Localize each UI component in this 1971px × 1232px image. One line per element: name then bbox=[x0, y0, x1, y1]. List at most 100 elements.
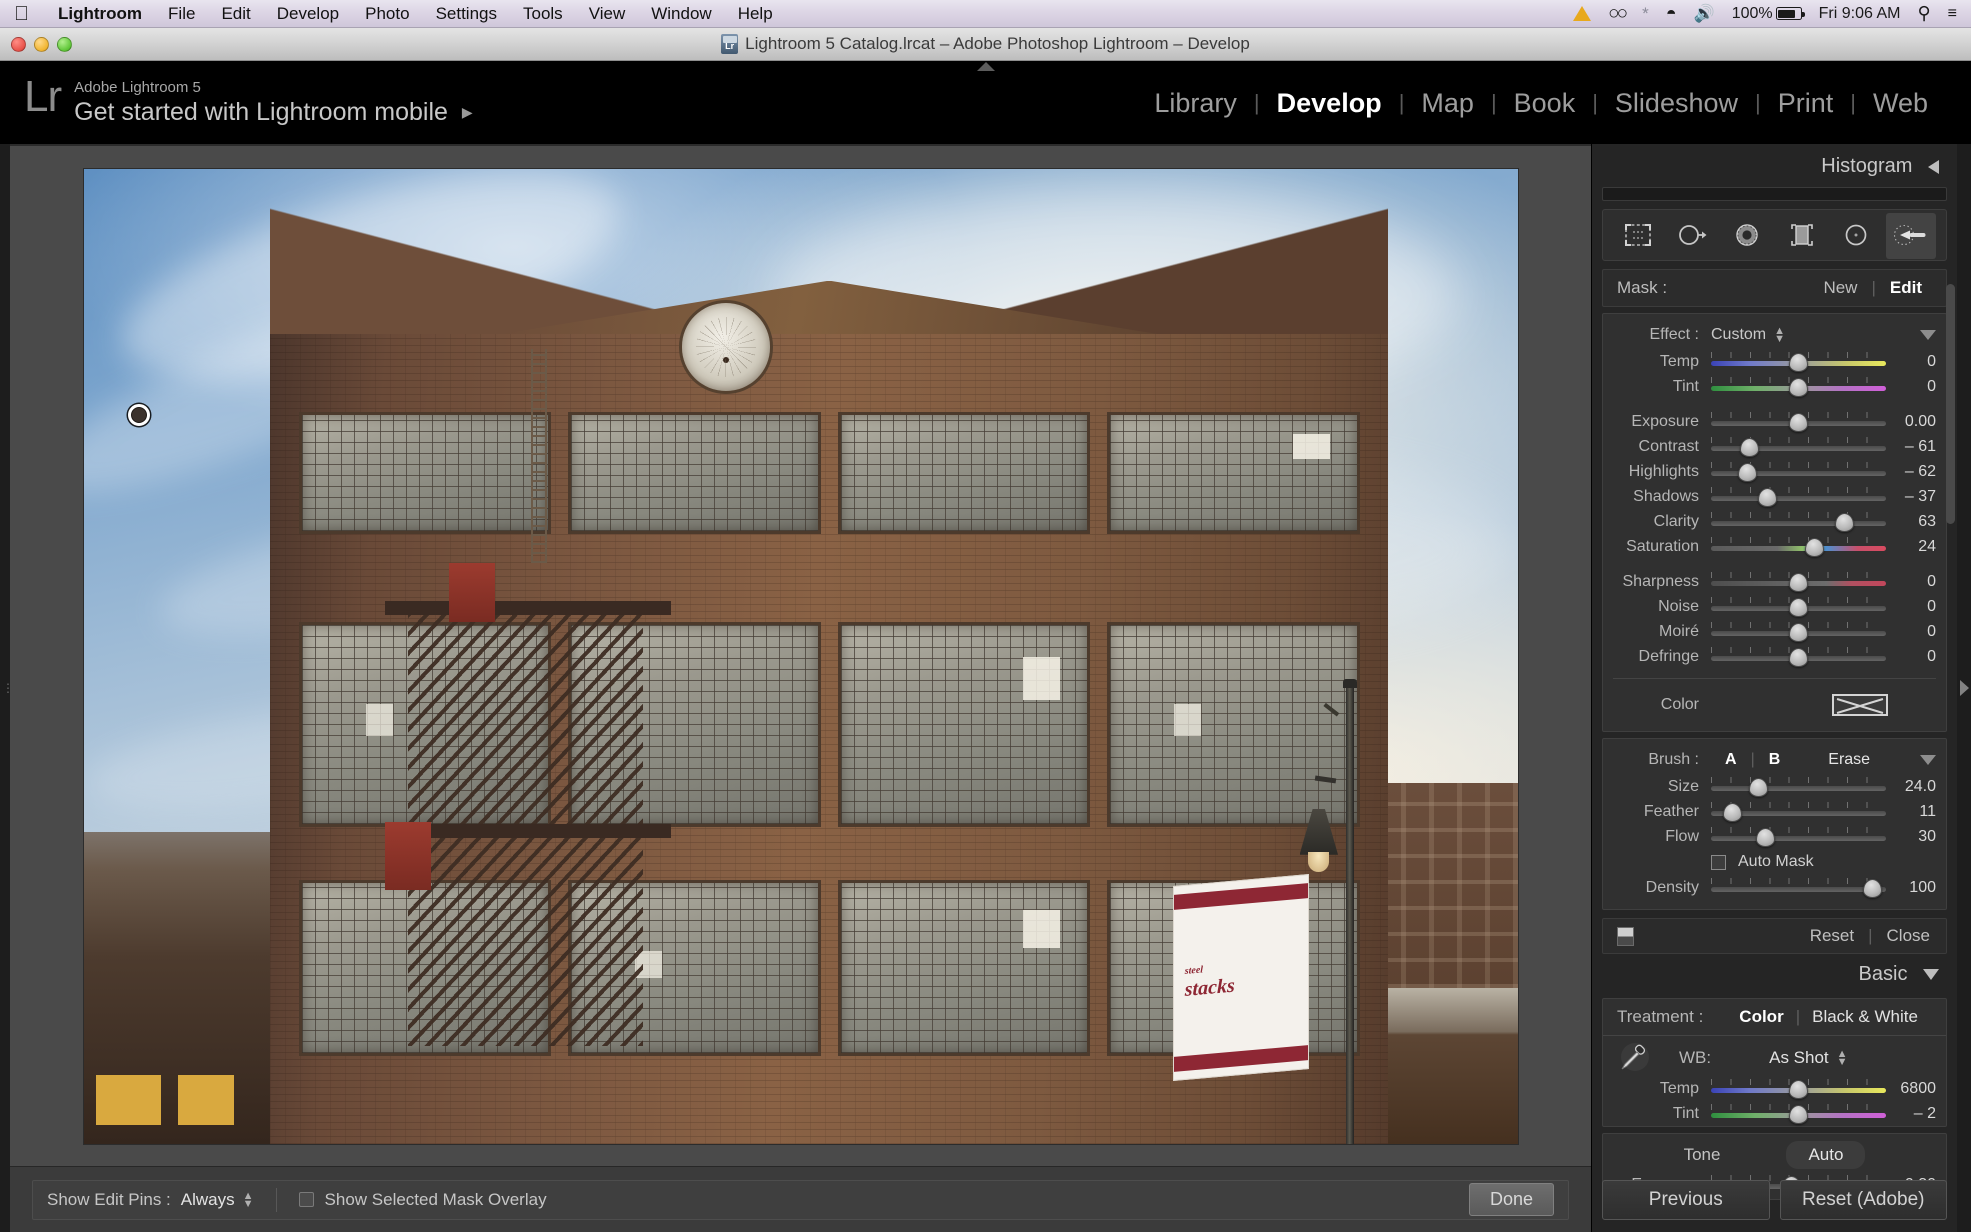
auto-mask-row[interactable]: Auto Mask bbox=[1603, 849, 1946, 875]
crop-overlay-tool-icon[interactable] bbox=[1618, 218, 1658, 252]
slider-control[interactable] bbox=[1711, 827, 1886, 847]
basic-collapse-triangle-icon[interactable] bbox=[1923, 969, 1939, 981]
mask-new-button[interactable]: New bbox=[1809, 278, 1871, 298]
right-panel-scrollbar[interactable] bbox=[1946, 284, 1955, 524]
red-eye-correction-tool-icon[interactable] bbox=[1727, 218, 1767, 252]
show-edit-pins-stepper-icon[interactable]: ▲ ▼ bbox=[243, 1190, 254, 1209]
slider-thumb[interactable] bbox=[1789, 648, 1808, 667]
menu-item-file[interactable]: File bbox=[155, 0, 208, 28]
slider-value[interactable]: – 37 bbox=[1886, 488, 1936, 506]
slider-thumb[interactable] bbox=[1738, 463, 1758, 482]
brush-reset-button[interactable]: Reset bbox=[1796, 926, 1868, 946]
slider-value[interactable]: 6800 bbox=[1886, 1080, 1936, 1098]
brush-color-swatch[interactable] bbox=[1832, 694, 1888, 716]
slider-value[interactable]: 0 bbox=[1886, 623, 1936, 641]
histogram-graph[interactable] bbox=[1602, 187, 1947, 201]
slider-control[interactable] bbox=[1711, 597, 1886, 617]
menu-item-view[interactable]: View bbox=[576, 0, 639, 28]
play-arrow-icon[interactable]: ▶ bbox=[462, 97, 473, 128]
module-print[interactable]: Print bbox=[1761, 83, 1851, 123]
slider-control[interactable] bbox=[1711, 537, 1886, 557]
module-slideshow[interactable]: Slideshow bbox=[1598, 83, 1755, 123]
slider-control[interactable] bbox=[1711, 377, 1886, 397]
slider-thumb[interactable] bbox=[1740, 438, 1759, 457]
slider-thumb[interactable] bbox=[1789, 413, 1808, 432]
brush-close-button[interactable]: Close bbox=[1873, 926, 1932, 946]
slider-thumb[interactable] bbox=[1789, 1080, 1808, 1099]
slider-value[interactable]: 0 bbox=[1886, 648, 1936, 666]
effect-collapse-triangle-icon[interactable] bbox=[1920, 330, 1936, 340]
slider-track[interactable] bbox=[1711, 521, 1886, 526]
slider-value[interactable]: – 61 bbox=[1886, 438, 1936, 456]
spot-removal-tool-icon[interactable] bbox=[1673, 218, 1713, 252]
wb-value[interactable]: As Shot bbox=[1769, 1048, 1829, 1068]
menu-item-window[interactable]: Window bbox=[638, 0, 724, 28]
module-book[interactable]: Book bbox=[1497, 83, 1593, 123]
module-library[interactable]: Library bbox=[1137, 83, 1254, 123]
reset-adobe-button[interactable]: Reset (Adobe) bbox=[1779, 1180, 1947, 1220]
menu-item-lightroom[interactable]: Lightroom bbox=[45, 0, 155, 28]
apple-menu-icon[interactable]:  bbox=[0, 1, 45, 27]
histogram-panel-header[interactable]: Histogram bbox=[1592, 144, 1957, 187]
slider-thumb[interactable] bbox=[1789, 573, 1808, 592]
slider-thumb[interactable] bbox=[1722, 803, 1742, 822]
left-panel-collapsed-handle[interactable]: ⋮ bbox=[0, 144, 14, 1232]
auto-mask-checkbox[interactable] bbox=[1711, 854, 1726, 870]
battery-status[interactable]: 100% bbox=[1732, 5, 1805, 23]
previous-button[interactable]: Previous bbox=[1602, 1180, 1770, 1220]
slider-value[interactable]: 11 bbox=[1886, 803, 1936, 821]
right-panel-collapsed-handle[interactable] bbox=[1957, 144, 1971, 1232]
module-map[interactable]: Map bbox=[1404, 83, 1491, 123]
before-after-icon[interactable] bbox=[1617, 926, 1634, 946]
slider-thumb[interactable] bbox=[1757, 488, 1777, 507]
bluetooth-icon[interactable]: * bbox=[1642, 4, 1649, 24]
slider-value[interactable]: – 62 bbox=[1886, 463, 1936, 481]
slider-thumb[interactable] bbox=[1755, 828, 1775, 847]
white-balance-selector-icon[interactable] bbox=[1617, 1041, 1661, 1075]
slider-control[interactable] bbox=[1711, 878, 1886, 898]
slider-control[interactable] bbox=[1711, 412, 1886, 432]
slider-value[interactable]: 0 bbox=[1886, 598, 1936, 616]
spotlight-search-icon[interactable]: ⚲ bbox=[1917, 3, 1930, 24]
slider-track[interactable] bbox=[1711, 786, 1886, 791]
brush-b-button[interactable]: B bbox=[1755, 751, 1795, 769]
slider-track[interactable] bbox=[1711, 446, 1886, 451]
volume-icon[interactable]: 🔊 bbox=[1694, 4, 1715, 24]
wifi-icon[interactable]: ◓ bbox=[1666, 3, 1677, 24]
slider-value[interactable]: 24.0 bbox=[1886, 778, 1936, 796]
module-web[interactable]: Web bbox=[1856, 83, 1945, 123]
slider-thumb[interactable] bbox=[1789, 598, 1808, 617]
adjustment-brush-tool-icon[interactable] bbox=[1885, 213, 1936, 259]
basic-panel-header[interactable]: Basic bbox=[1592, 954, 1957, 992]
slider-value[interactable]: 0 bbox=[1886, 573, 1936, 591]
notification-center-icon[interactable]: ≡ bbox=[1948, 5, 1957, 22]
slider-thumb[interactable] bbox=[1789, 378, 1808, 397]
slider-control[interactable] bbox=[1711, 802, 1886, 822]
photo-image[interactable]: steel stacks bbox=[83, 168, 1518, 1144]
slider-thumb[interactable] bbox=[1789, 1105, 1808, 1124]
slider-track[interactable] bbox=[1711, 546, 1886, 551]
slider-value[interactable]: 30 bbox=[1886, 828, 1936, 846]
show-mask-overlay-checkbox[interactable] bbox=[298, 1192, 314, 1207]
slider-control[interactable] bbox=[1711, 647, 1886, 667]
slider-thumb[interactable] bbox=[1789, 623, 1808, 642]
slider-value[interactable]: 0 bbox=[1886, 378, 1936, 396]
treatment-color-button[interactable]: Color bbox=[1739, 1007, 1783, 1027]
slider-value[interactable]: 100 bbox=[1886, 879, 1936, 897]
treatment-bw-button[interactable]: Black & White bbox=[1812, 1007, 1918, 1027]
slider-control[interactable] bbox=[1711, 1104, 1886, 1124]
slider-value[interactable]: – 2 bbox=[1886, 1105, 1936, 1123]
radial-filter-tool-icon[interactable] bbox=[1836, 218, 1876, 252]
brush-erase-button[interactable]: Erase bbox=[1794, 751, 1876, 769]
menu-item-help[interactable]: Help bbox=[725, 0, 786, 28]
module-develop[interactable]: Develop bbox=[1260, 83, 1399, 123]
identity-plate[interactable]: Lr Adobe Lightroom 5 Get started with Li… bbox=[24, 75, 473, 128]
slider-control[interactable] bbox=[1711, 487, 1886, 507]
slider-control[interactable] bbox=[1711, 352, 1886, 372]
identity-title-row[interactable]: Get started with Lightroom mobile ▶ bbox=[74, 97, 473, 128]
slider-control[interactable] bbox=[1711, 777, 1886, 797]
menu-item-develop[interactable]: Develop bbox=[264, 0, 352, 28]
top-panel-toggle[interactable] bbox=[976, 62, 995, 71]
effect-value[interactable]: Custom bbox=[1711, 326, 1766, 344]
tone-auto-button[interactable]: Auto bbox=[1786, 1141, 1866, 1169]
